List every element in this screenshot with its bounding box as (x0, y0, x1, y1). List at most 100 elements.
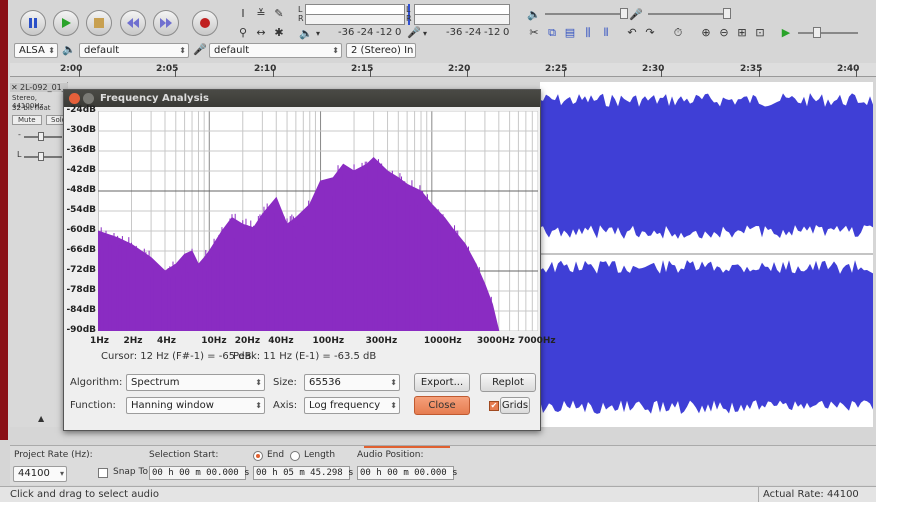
record-button[interactable] (192, 10, 218, 36)
zoom-out-icon[interactable]: ⊖ (717, 26, 731, 39)
selection-end-field[interactable]: 00 h 05 m 45.298 s (253, 466, 354, 480)
function-select[interactable]: Hanning window ⬍ (126, 397, 265, 414)
y-axis-tick-label: -48dB (66, 185, 96, 195)
track-name[interactable]: 2L-092_01_ (10, 83, 68, 92)
algorithm-value: Spectrum (131, 377, 180, 388)
playback-device-select[interactable]: default ⬍ (79, 43, 189, 58)
undo-icon[interactable]: ↶ (625, 26, 639, 39)
audio-position-label: Audio Position: (357, 450, 424, 460)
algorithm-arrow-icon: ⬍ (255, 378, 262, 387)
record-meter-r[interactable] (414, 14, 510, 25)
rec-tick-2: -24 (465, 27, 482, 38)
record-volume-thumb[interactable] (723, 8, 731, 19)
collapse-track-icon[interactable]: ▲ (38, 414, 44, 423)
record-volume-slider[interactable] (648, 13, 728, 15)
input-mic-icon: 🎤 (193, 43, 207, 56)
speaker-icon[interactable]: 🔈 (299, 27, 313, 40)
axis-arrow-icon: ⬍ (390, 401, 397, 410)
zoom-in-icon[interactable]: ⊕ (699, 26, 713, 39)
actual-rate-text: Actual Rate: 44100 (763, 489, 859, 500)
timeshift-tool-icon[interactable]: ↔ (254, 25, 268, 39)
silence-icon[interactable]: ⫴ (599, 26, 613, 40)
playback-volume-slider[interactable] (545, 13, 625, 15)
replot-button[interactable]: Replot (480, 373, 536, 392)
play-button[interactable] (53, 10, 79, 36)
play-speed-slider[interactable] (798, 32, 858, 34)
mute-button[interactable]: Mute (12, 115, 42, 125)
function-arrow-icon: ⬍ (255, 401, 262, 410)
waveform-area[interactable] (540, 82, 873, 427)
playback-arrow-icon: ⬍ (179, 46, 186, 55)
size-value: 65536 (309, 377, 341, 388)
pause-button[interactable] (20, 10, 46, 36)
waveform-channel (540, 260, 873, 414)
peak-readout: Peak: 11 Hz (E-1) = -63.5 dB (233, 351, 377, 362)
track-info-bits: 32-bit float (12, 104, 51, 112)
algorithm-select[interactable]: Spectrum ⬍ (126, 374, 265, 391)
grids-label[interactable]: Grids (500, 397, 530, 414)
redo-icon[interactable]: ↷ (643, 26, 657, 39)
size-select[interactable]: 65536 ⬍ (304, 374, 400, 391)
length-radio[interactable] (290, 451, 300, 461)
recording-device-select[interactable]: default ⬍ (209, 43, 342, 58)
mic-dropdown-icon: ▾ (423, 29, 428, 38)
close-button[interactable]: Close (414, 396, 470, 415)
y-axis-tick-label: -36dB (66, 145, 96, 155)
y-axis-tick-label: -54dB (66, 205, 96, 215)
spectrum-plot[interactable] (98, 111, 538, 331)
export-button[interactable]: Export... (414, 373, 470, 392)
close-window-icon[interactable] (69, 93, 80, 104)
microphone-icon[interactable]: 🎤 (407, 26, 421, 39)
playback-meter-r[interactable] (305, 14, 405, 25)
skip-end-button[interactable] (153, 10, 179, 36)
end-radio[interactable] (253, 451, 263, 461)
host-select[interactable]: ALSA ⬍ (14, 43, 58, 58)
stop-button[interactable] (86, 10, 112, 36)
play-speed-thumb[interactable] (813, 27, 821, 38)
multi-tool-icon[interactable]: ✱ (272, 25, 286, 39)
project-rate-select[interactable]: 44100 ▾ (13, 466, 67, 482)
snap-checkbox[interactable] (98, 468, 108, 478)
timeline-ruler[interactable]: 2:00 2:05 2:10 2:15 2:20 2:25 2:30 2:35 2:40 (10, 63, 876, 77)
ruler-tick-label: 2:10 (254, 64, 277, 74)
gain-thumb[interactable] (38, 132, 44, 141)
channels-select[interactable]: 2 (Stereo) In (346, 43, 416, 58)
paste-icon[interactable]: ▤ (563, 26, 577, 39)
selection-start-field[interactable]: 00 h 00 m 00.000 s (149, 466, 250, 480)
zoom-tool-icon[interactable]: ⚲ (236, 25, 250, 39)
track-close-icon[interactable]: ✕ (11, 83, 18, 92)
minimize-window-icon[interactable] (83, 93, 94, 104)
status-divider (758, 487, 759, 502)
recording-arrow-icon: ⬍ (332, 46, 339, 55)
cut-icon[interactable]: ✂ (527, 26, 541, 39)
meter-tick-4: 0 (395, 27, 402, 38)
rec-tick-4: 0 (503, 27, 510, 38)
envelope-tool-icon[interactable]: ≚ (254, 6, 268, 20)
ruler-tick-label: 2:00 (60, 64, 83, 74)
ruler-tick-label: 2:30 (642, 64, 665, 74)
selection-tool-icon[interactable]: I (236, 6, 250, 20)
meter-tick-3: -12 (376, 27, 393, 38)
x-axis-tick-label: 10Hz (201, 336, 227, 346)
x-axis-tick-label: 1Hz (90, 336, 110, 346)
fit-selection-icon[interactable]: ⊞ (735, 26, 749, 39)
rec-tick-3: -12 (484, 27, 501, 38)
rate-arrow-icon: ▾ (59, 469, 64, 478)
play-at-speed-icon[interactable]: ▶ (779, 26, 793, 39)
grids-checkbox[interactable]: ✔ (489, 401, 499, 411)
y-axis-tick-label: -90dB (66, 325, 96, 335)
trim-icon[interactable]: ⫼ (581, 26, 595, 40)
draw-tool-icon[interactable]: ✎ (272, 6, 286, 20)
status-bar: Click and drag to select audio Actual Ra… (0, 486, 876, 502)
fit-project-icon[interactable]: ⊡ (753, 26, 767, 39)
copy-icon[interactable]: ⧉ (545, 26, 559, 40)
axis-select[interactable]: Log frequency ⬍ (304, 397, 400, 414)
audio-position-field[interactable]: 00 h 00 m 00.000 s (357, 466, 458, 480)
skip-start-button[interactable] (120, 10, 146, 36)
sync-lock-icon[interactable]: ⏱ (671, 26, 685, 40)
meter2-r-label: R (406, 14, 412, 23)
playback-volume-thumb[interactable] (620, 8, 628, 19)
pan-thumb[interactable] (38, 152, 44, 161)
meter-tick-1: -36 (338, 27, 355, 38)
x-axis-tick-label: 300Hz (365, 336, 398, 346)
